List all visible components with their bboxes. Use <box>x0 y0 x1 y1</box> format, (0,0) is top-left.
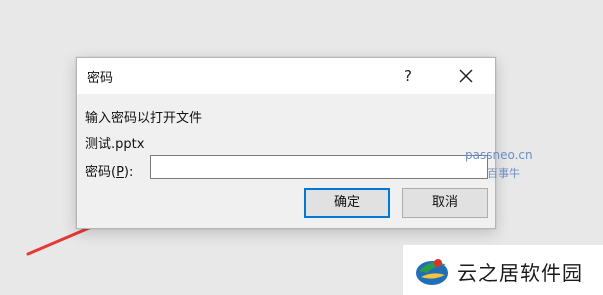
ok-button[interactable]: 确定 <box>304 188 390 218</box>
password-label-suffix: ): <box>123 165 134 180</box>
watermark-brand: 百事牛 <box>487 167 520 180</box>
yunzhiju-logo-icon <box>416 259 448 285</box>
help-button[interactable]: ? <box>397 64 419 88</box>
cancel-button[interactable]: 取消 <box>402 188 488 218</box>
dialog-title: 密码 <box>87 71 114 86</box>
password-input[interactable] <box>150 155 488 179</box>
corner-brand: 云之居软件园 <box>403 245 603 295</box>
close-icon <box>459 69 473 83</box>
dialog-titlebar: 密码 ? <box>77 58 495 94</box>
filename-text: 测试.pptx <box>85 137 145 152</box>
brand-text: 云之居软件园 <box>457 261 583 285</box>
prompt-text: 输入密码以打开文件 <box>85 111 203 126</box>
password-dialog: 密码 ? 输入密码以打开文件 测试.pptx 密码(P): 确定 取消 <box>76 57 496 229</box>
password-label-prefix: 密码( <box>85 165 117 180</box>
password-label: 密码(P): <box>85 161 133 180</box>
password-label-accel: P <box>116 165 124 180</box>
close-button[interactable] <box>453 64 479 88</box>
watermark-site: passneo.cn <box>465 148 533 162</box>
